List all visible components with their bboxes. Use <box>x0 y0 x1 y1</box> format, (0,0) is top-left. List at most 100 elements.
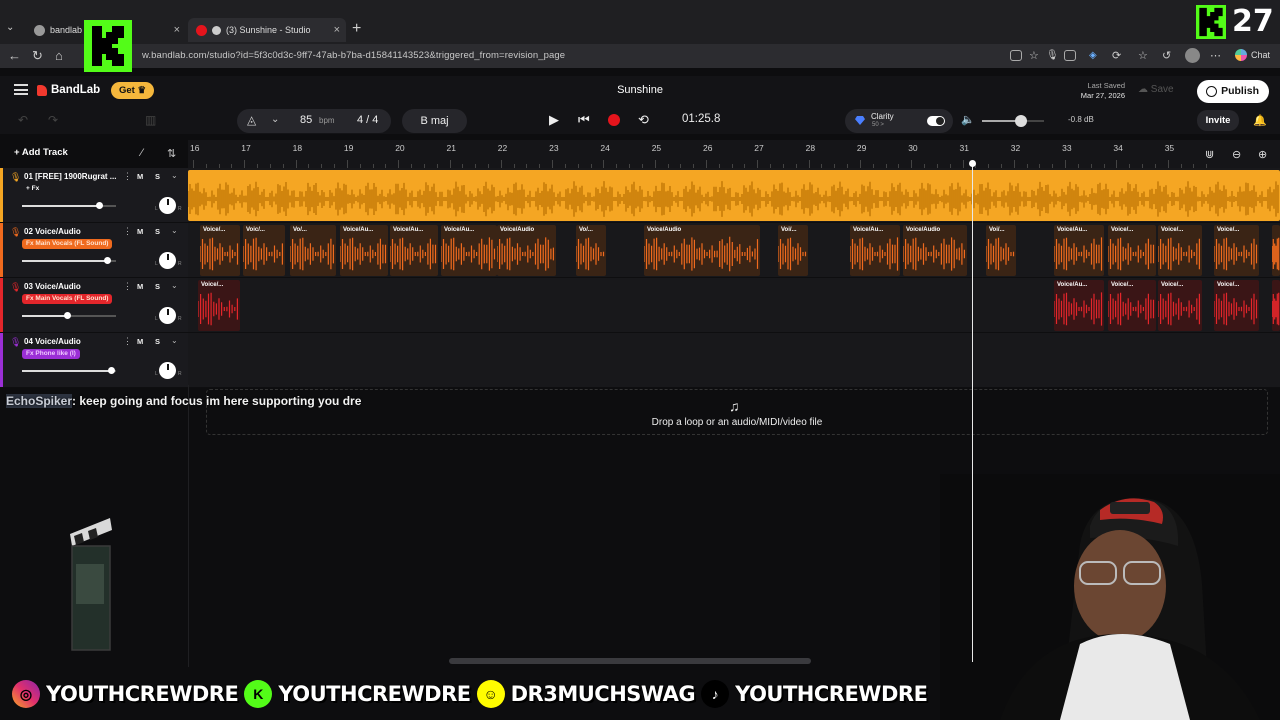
zoom-in-icon[interactable]: ⊕ <box>1258 148 1267 161</box>
track-volume-slider[interactable] <box>22 257 116 264</box>
track-header[interactable]: 🎙 01 [FREE] 1900Rugrat ... ⋮ M S ⌄ + Fx L R <box>0 168 188 223</box>
mic-icon[interactable]: 🎙 <box>1046 50 1059 61</box>
more-options-icon[interactable]: ⋮ <box>123 226 132 237</box>
track-lane[interactable]: Voice/... Voice/Au... Voice/... Voice/... Vo… <box>188 278 1280 333</box>
master-volume-slider[interactable] <box>982 115 1044 127</box>
track-name[interactable]: 04 Voice/Audio <box>24 337 120 346</box>
timeline-ruler[interactable]: 16 17 18 19 20 21 22 23 24 25 26 27 28 29 30 31 32 33 34 35 <box>188 140 1280 168</box>
home-icon[interactable]: ⌂ <box>55 48 63 63</box>
audio-clip[interactable]: Voice/... <box>1108 225 1156 276</box>
track-settings-icon[interactable]: ⇅ <box>167 147 176 160</box>
play-icon[interactable]: ▶ <box>549 112 559 128</box>
favorite-star-icon[interactable]: ☆ <box>1029 49 1039 62</box>
track-volume-slider[interactable] <box>22 367 116 374</box>
read-aloud-icon[interactable]: ◈ <box>1089 50 1097 61</box>
tab-list-chevron-icon[interactable]: ⌄ <box>6 22 14 33</box>
audio-clip[interactable] <box>1272 280 1280 331</box>
track-volume-knob[interactable] <box>96 202 104 209</box>
volume-icon[interactable]: 🔈 <box>961 113 975 126</box>
chevron-down-icon[interactable]: ⌄ <box>171 171 178 180</box>
browser-tab-studio[interactable]: (3) Sunshine - Studio × <box>188 18 346 42</box>
track-lane[interactable]: Voice/... Voic/... Vo/... Voice/Au... Voice/… <box>188 223 1280 278</box>
record-button[interactable] <box>608 114 620 126</box>
publish-button[interactable]: Publish <box>1197 80 1269 103</box>
track-volume-knob[interactable] <box>64 312 72 319</box>
audio-clip[interactable] <box>188 170 1280 221</box>
more-options-icon[interactable]: ⋮ <box>123 336 132 347</box>
track-fx-chip[interactable]: + Fx <box>22 184 43 194</box>
key-selector[interactable]: B maj <box>402 109 467 133</box>
horizontal-scrollbar[interactable] <box>449 658 811 664</box>
more-icon[interactable]: ⋯ <box>1210 49 1221 62</box>
audio-clip[interactable]: Vo/... <box>290 225 336 276</box>
track-volume-knob[interactable] <box>108 367 116 374</box>
audio-clip[interactable]: Voice/Audio <box>497 225 556 276</box>
clarity-control[interactable]: Clarity 50 > <box>845 109 953 133</box>
audio-clip[interactable]: Voic/... <box>243 225 285 276</box>
track-volume-knob[interactable] <box>103 257 111 264</box>
back-icon[interactable]: ← <box>8 48 21 63</box>
pan-knob[interactable] <box>159 362 176 379</box>
audio-clip[interactable]: Voice/... <box>1158 225 1202 276</box>
mute-button[interactable]: M <box>137 337 143 346</box>
chevron-down-icon[interactable]: ⌄ <box>171 226 178 235</box>
split-view-icon[interactable] <box>1010 50 1022 61</box>
track-fx-chip[interactable]: Fx Main Vocals (FL Sound) <box>22 294 113 304</box>
audio-clip[interactable]: Voice/... <box>198 280 240 331</box>
chevron-down-icon[interactable]: ⌄ <box>171 281 178 290</box>
reload-icon[interactable]: ↻ <box>32 48 43 64</box>
audio-clip[interactable] <box>1272 225 1280 276</box>
audio-clip[interactable]: Voice/Au... <box>1054 225 1104 276</box>
audio-clip[interactable]: Voice/Au... <box>1054 280 1104 331</box>
loop-icon[interactable]: ⟲ <box>638 112 649 128</box>
close-tab-icon[interactable]: × <box>174 24 180 36</box>
pan-knob[interactable] <box>159 307 176 324</box>
invite-button[interactable]: Invite <box>1197 110 1239 131</box>
get-membership-button[interactable]: Get ♛ <box>111 82 154 99</box>
track-lane[interactable] <box>188 168 1280 223</box>
audio-clip[interactable]: Voice/... <box>1108 280 1156 331</box>
audio-clip[interactable]: Voice/... <box>1158 280 1202 331</box>
audio-clip[interactable]: Voi/... <box>986 225 1016 276</box>
audio-clip[interactable]: Vo/... <box>576 225 606 276</box>
more-options-icon[interactable]: ⋮ <box>123 281 132 292</box>
audio-clip[interactable]: Voi/... <box>778 225 808 276</box>
track-header[interactable]: 🎙 03 Voice/Audio ⋮ M S ⌄ Fx Main Vocals (FL So… <box>0 278 188 333</box>
audio-clip[interactable]: Voice/Audio <box>903 225 967 276</box>
menu-icon[interactable] <box>14 84 28 95</box>
audio-clip[interactable]: Voice/Au... <box>340 225 388 276</box>
track-header[interactable]: 🎙 04 Voice/Audio ⋮ M S ⌄ Fx Phone like (I) L R <box>0 333 188 388</box>
track-header[interactable]: 🎙 02 Voice/Audio ⋮ M S ⌄ Fx Main Vocals (FL So… <box>0 223 188 278</box>
track-volume-slider[interactable] <box>22 312 116 319</box>
audio-clip[interactable]: Voice/Audio <box>644 225 760 276</box>
track-fx-chip[interactable]: Fx Phone like (I) <box>22 349 80 359</box>
mixer-icon[interactable]: ▥ <box>145 113 156 127</box>
chevron-down-icon[interactable]: ⌄ <box>271 114 279 125</box>
track-name[interactable]: 01 [FREE] 1900Rugrat ... <box>24 172 120 181</box>
audio-clip[interactable]: Voice/... <box>1214 280 1259 331</box>
profile-avatar[interactable] <box>1185 48 1200 63</box>
track-volume-slider[interactable] <box>22 202 116 209</box>
solo-button[interactable]: S <box>155 172 160 181</box>
bpm-value[interactable]: 85 <box>300 114 312 126</box>
close-tab-icon[interactable]: × <box>334 24 340 36</box>
metronome-icon[interactable]: ◬ <box>247 113 256 127</box>
playhead[interactable] <box>972 162 973 662</box>
copilot-chat-button[interactable]: Chat <box>1234 49 1270 61</box>
playhead-handle[interactable] <box>969 160 976 167</box>
audio-clip[interactable]: Voice/Au... <box>850 225 900 276</box>
track-name[interactable]: 02 Voice/Audio <box>24 227 120 236</box>
track-lane[interactable] <box>188 333 1280 388</box>
new-tab-icon[interactable]: + <box>352 20 361 38</box>
mute-button[interactable]: M <box>137 282 143 291</box>
more-options-icon[interactable]: ⋮ <box>123 171 132 182</box>
mute-button[interactable]: M <box>137 227 143 236</box>
redo-icon[interactable]: ↷ <box>48 113 58 127</box>
pan-knob[interactable] <box>159 197 176 214</box>
magnet-icon[interactable]: ⋓ <box>1205 148 1214 161</box>
song-title[interactable]: Sunshine <box>560 84 720 96</box>
save-button[interactable]: ☁ Save <box>1138 84 1174 95</box>
bell-icon[interactable]: 🔔 <box>1253 114 1267 127</box>
pan-knob[interactable] <box>159 252 176 269</box>
chevron-down-icon[interactable]: ⌄ <box>171 336 178 345</box>
